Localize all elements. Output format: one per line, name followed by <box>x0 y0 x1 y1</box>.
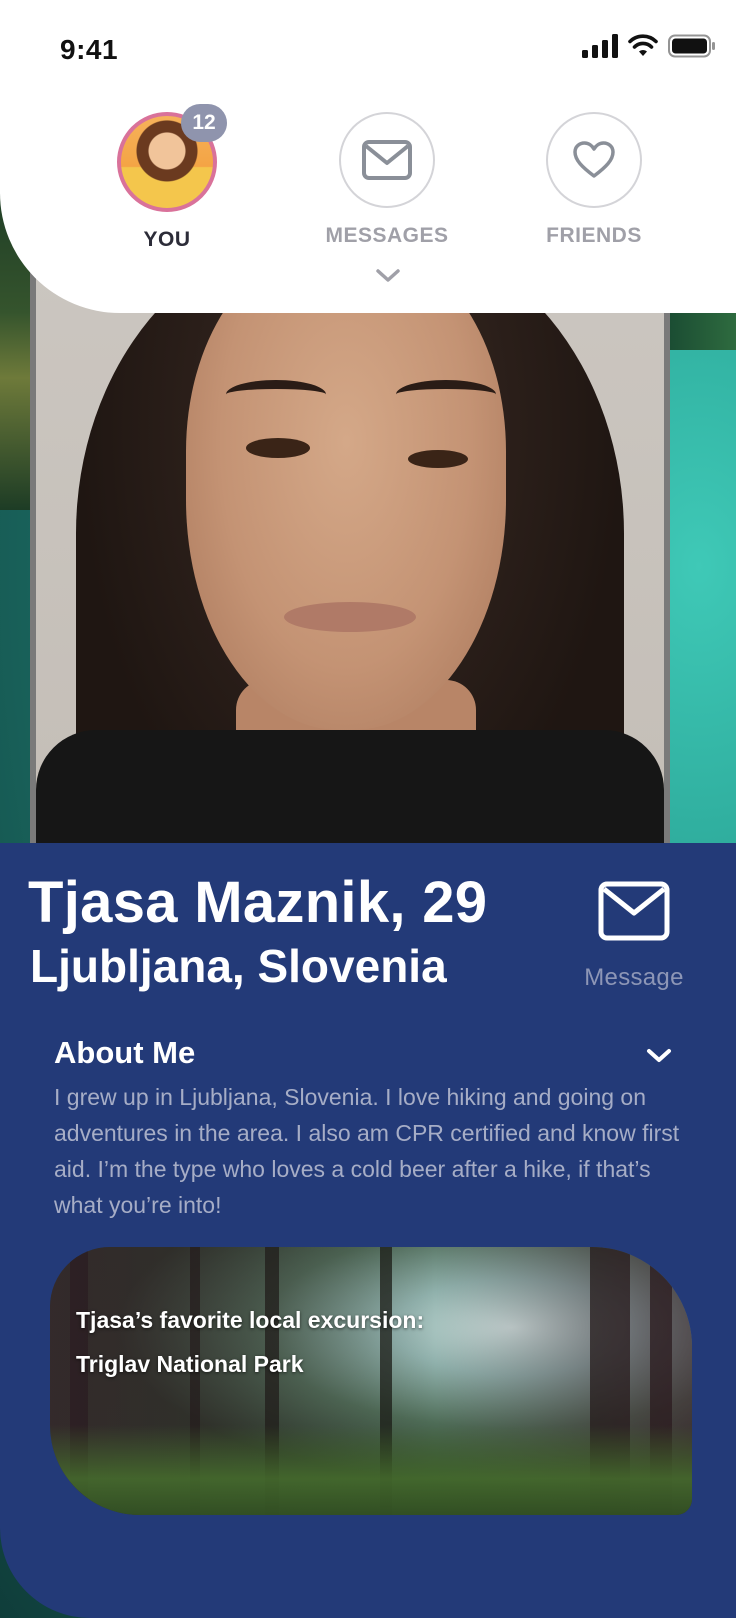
nav-tab-messages-label: MESSAGES <box>325 224 449 247</box>
favorite-excursion-card[interactable]: Tjasa’s favorite local excursion: Trigla… <box>50 1247 692 1515</box>
photo-lips <box>284 602 416 632</box>
excursion-name: Triglav National Park <box>76 1351 304 1377</box>
status-icons <box>582 34 716 58</box>
profile-details-panel: Tjasa Maznik, 29 Ljubljana, Slovenia Mes… <box>0 843 736 1618</box>
photo-face <box>186 250 506 730</box>
photo-right-brow <box>396 380 496 409</box>
photo-left-brow <box>226 380 326 409</box>
user-avatar[interactable]: 12 <box>117 104 227 212</box>
message-button-label: Message <box>584 964 684 991</box>
nav-tab-friends-label: FRIENDS <box>546 224 642 247</box>
nav-tab-friends[interactable]: FRIENDS <box>509 112 679 248</box>
chevron-down-icon[interactable] <box>646 1047 672 1065</box>
photo-left-eye <box>246 438 310 458</box>
photo-shirt <box>36 730 664 844</box>
battery-icon <box>668 34 715 58</box>
about-me-heading: About Me <box>54 1035 196 1070</box>
friends-icon-circle[interactable] <box>546 112 642 208</box>
message-button[interactable]: Message <box>582 881 686 992</box>
about-me-text: I grew up in Ljubljana, Slovenia. I love… <box>54 1084 680 1218</box>
messages-icon-circle[interactable] <box>339 112 435 208</box>
wifi-icon <box>628 34 658 56</box>
photo-right-eye <box>408 450 468 468</box>
nav-tab-you[interactable]: 12 YOU <box>82 104 252 252</box>
envelope-icon <box>362 140 412 180</box>
cellular-signal-icon <box>582 34 618 58</box>
nav-tab-you-label: YOU <box>143 228 191 251</box>
excursion-caption: Tjasa’s favorite local excursion: <box>76 1307 425 1333</box>
profile-photo[interactable] <box>36 250 664 844</box>
chevron-down-icon[interactable] <box>376 268 400 284</box>
profile-name-age: Tjasa Maznik, 29 <box>28 870 488 935</box>
status-time: 9:41 <box>60 34 119 65</box>
heart-icon <box>573 141 615 178</box>
envelope-icon <box>598 881 670 941</box>
background-trees-right <box>670 310 736 350</box>
profile-location: Ljubljana, Slovenia <box>30 940 447 992</box>
nav-tab-messages[interactable]: MESSAGES <box>302 112 472 248</box>
top-navigation-sheet: 9:41 12 YOU MESSAGES FRIENDS <box>0 0 736 313</box>
status-bar: 9:41 <box>0 0 736 90</box>
card-forest-floor <box>50 1425 692 1515</box>
notification-badge: 12 <box>181 104 227 142</box>
